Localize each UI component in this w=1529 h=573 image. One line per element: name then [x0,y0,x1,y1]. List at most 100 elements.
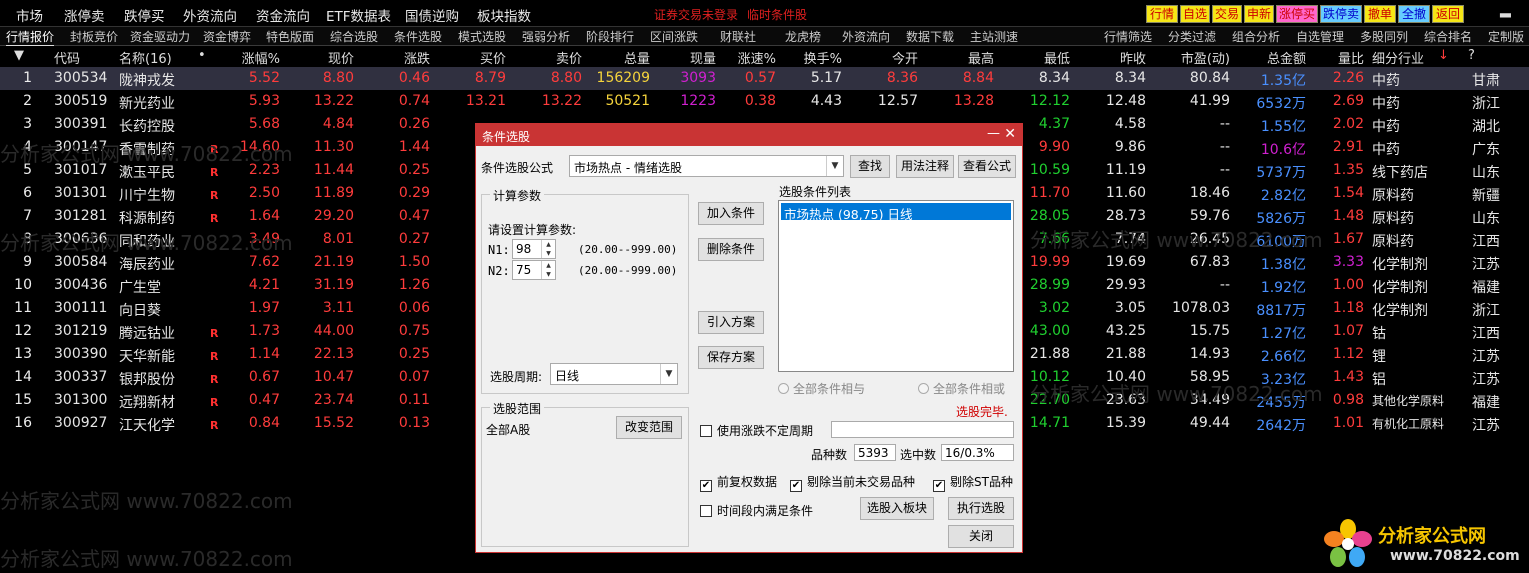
view-formula-button[interactable]: 查看公式 [958,155,1016,178]
uncertain-period-field[interactable] [831,421,1014,438]
dialog-minimize-icon[interactable]: — [987,126,1000,141]
change-scope-button[interactable]: 改变范围 [616,416,682,439]
dialog-close-icon[interactable]: ✕ [1004,126,1016,142]
condition-list[interactable]: 市场热点 (98,75) 日线 [778,200,1014,372]
col-industry[interactable]: 细分行业 [1372,48,1424,67]
col-price[interactable]: 现价 [284,48,354,67]
col-low[interactable]: 最低 [1000,48,1070,67]
add-condition-button[interactable]: 加入条件 [698,202,764,225]
sort-indicator-icon[interactable]: ▼ [14,48,24,65]
n2-stepper[interactable]: 75 ▲ ▼ [512,260,556,280]
limit-down-sell-button[interactable]: 跌停卖 [1320,5,1362,23]
radio-or[interactable]: 全部条件相或 [918,380,1005,397]
tab-capital-driver[interactable]: 资金驱动力 [130,28,190,45]
n1-stepper[interactable]: 98 ▲ ▼ [512,239,556,259]
tab-category-filter[interactable]: 分类过滤 [1168,28,1216,45]
menu-etf-table[interactable]: ETF数据表 [326,5,391,25]
tab-composite-rank[interactable]: 综合排名 [1424,28,1472,45]
tab-feature-layout[interactable]: 特色版面 [266,28,314,45]
menu-market[interactable]: 市场 [16,5,43,25]
exclude-notrade-checkbox[interactable]: ✔ 剔除当前未交易品种 [790,473,915,492]
table-row[interactable]: 2 300519 新光药业 5.93 13.22 0.74 13.21 13.22 50521 1… [0,90,1529,113]
tab-stage-rank[interactable]: 阶段排行 [586,28,634,45]
find-button[interactable]: 查找 [850,155,890,178]
tab-dragon-tiger[interactable]: 龙虎榜 [785,28,821,45]
forward-adjust-checkbox[interactable]: ✔ 前复权数据 [700,473,777,492]
col-code[interactable]: 代码 [54,48,80,67]
formula-select[interactable]: 市场热点 - 情绪选股 ▼ [569,155,844,177]
add-to-block-button[interactable]: 选股入板块 [860,497,934,520]
quote-button[interactable]: 行情 [1146,5,1178,23]
period-satisfy-checkbox[interactable]: 时间段内满足条件 [700,502,813,519]
col-pe[interactable]: 市盈(动) [1150,48,1230,67]
exclude-st-checkbox[interactable]: ✔ 剔除ST品种 [933,473,1013,492]
col-speed[interactable]: 涨速% [720,48,776,67]
condition-list-item[interactable]: 市场热点 (98,75) 日线 [781,203,1011,222]
col-bid[interactable]: 买价 [436,48,506,67]
minimize-icon[interactable]: ▂ [1500,2,1511,18]
n2-value: 75 [516,263,532,277]
cell-prev-close: 4.58 [1114,116,1146,132]
col-open[interactable]: 今开 [848,48,918,67]
trade-button[interactable]: 交易 [1212,5,1242,23]
tab-range-change[interactable]: 区间涨跌 [650,28,698,45]
col-name[interactable]: 名称(16) [119,48,172,67]
cell-name: 漱玉平民 [119,165,175,180]
tab-foreign-flow[interactable]: 外资流向 [842,28,890,45]
back-button[interactable]: 返回 [1432,5,1464,23]
tab-data-download[interactable]: 数据下载 [906,28,954,45]
col-cur-vol[interactable]: 现量 [654,48,716,67]
col-turnover[interactable]: 换手% [780,48,842,67]
tab-cls[interactable]: 财联社 [720,28,756,45]
menu-repo[interactable]: 国债逆购 [405,5,459,25]
ipo-button[interactable]: 申新 [1244,5,1274,23]
tab-speed-test[interactable]: 主站测速 [970,28,1018,45]
spin-arrows-icon[interactable]: ▲ ▼ [541,240,555,258]
tab-watch-manage[interactable]: 自选管理 [1296,28,1344,45]
delete-condition-button[interactable]: 删除条件 [698,238,764,261]
limit-up-buy-button[interactable]: 涨停买 [1276,5,1318,23]
import-plan-button[interactable]: 引入方案 [698,311,764,334]
col-volume-ratio[interactable]: 量比 [1310,48,1364,67]
tab-multi-stock[interactable]: 多股同列 [1360,28,1408,45]
cancel-all-button[interactable]: 全撤 [1398,5,1430,23]
save-plan-button[interactable]: 保存方案 [698,346,764,369]
watchlist-button[interactable]: 自选 [1180,5,1210,23]
col-diff[interactable]: 涨跌 [360,48,430,67]
col-change-pct[interactable]: 涨幅% [210,48,280,67]
col-volume[interactable]: 总量 [586,48,650,67]
tab-quote-filter[interactable]: 行情筛选 [1104,28,1152,45]
tab-pattern-select[interactable]: 模式选股 [458,28,506,45]
uncertain-period-checkbox[interactable]: 使用涨跌不定周期 [700,422,813,439]
col-dot[interactable]: • [198,48,206,65]
tab-capital-game[interactable]: 资金博弈 [203,28,251,45]
period-select[interactable]: 日线 ▼ [550,363,678,385]
col-prev-close[interactable]: 昨收 [1076,48,1146,67]
table-row[interactable]: 1 300534 陇神戎发 5.52 8.80 0.46 8.79 8.80 156209 309… [0,67,1529,90]
tab-composite-select[interactable]: 综合选股 [330,28,378,45]
chevron-down-icon[interactable]: ▼ [826,156,843,176]
tab-combo-analysis[interactable]: 组合分析 [1232,28,1280,45]
tab-auction[interactable]: 封板竞价 [70,28,118,45]
run-select-button[interactable]: 执行选股 [948,497,1014,520]
tab-quotes[interactable]: 行情报价 [6,28,55,47]
cell-diff: 0.75 [398,323,430,339]
tab-strength[interactable]: 强弱分析 [522,28,570,45]
menu-sector-index[interactable]: 板块指数 [477,5,531,25]
chevron-down-icon[interactable]: ▼ [660,364,677,384]
tab-custom[interactable]: 定制版 [1488,28,1524,45]
col-amount[interactable]: 总金额 [1232,48,1306,67]
menu-foreign-flow[interactable]: 外资流向 [183,5,237,25]
spin-arrows-icon[interactable]: ▲ ▼ [541,261,555,279]
menu-limit-up-sell[interactable]: 涨停卖 [64,5,105,25]
col-help[interactable]: ? [1468,48,1475,65]
col-ask[interactable]: 卖价 [512,48,582,67]
close-dialog-button[interactable]: 关闭 [948,525,1014,548]
usage-notes-button[interactable]: 用法注释 [896,155,954,178]
menu-limit-down-buy[interactable]: 跌停买 [124,5,165,25]
cancel-order-button[interactable]: 撤单 [1364,5,1396,23]
radio-and[interactable]: 全部条件相与 [778,380,865,397]
tab-condition-select[interactable]: 条件选股 [394,28,442,45]
menu-capital-flow[interactable]: 资金流向 [256,5,310,25]
col-high[interactable]: 最高 [924,48,994,67]
